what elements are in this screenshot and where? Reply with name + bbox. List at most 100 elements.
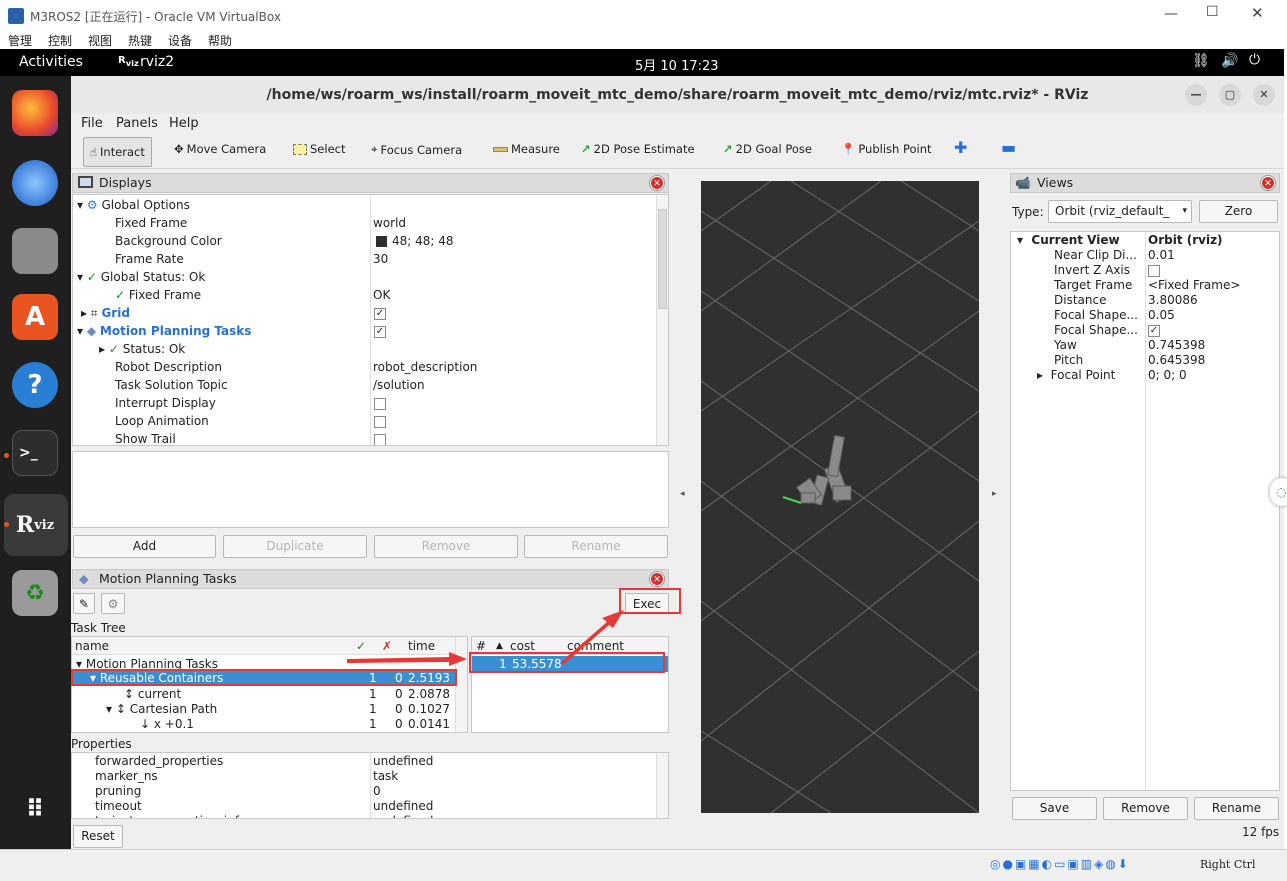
vbox-menu-control[interactable]: 控制 — [48, 32, 72, 49]
value-robot-description[interactable]: robot_description — [373, 358, 477, 376]
rviz-maximize-button[interactable]: ▢ — [1219, 84, 1241, 106]
value-fixed-frame[interactable]: world — [373, 214, 406, 232]
tree-row-grid[interactable]: ▸ ⌗ Grid — [81, 304, 130, 322]
show-apps-icon[interactable]: ⠿ — [12, 786, 58, 832]
tree-row-background-color[interactable]: Background Color — [115, 232, 222, 250]
views-close-icon[interactable]: ✕ — [1261, 176, 1275, 190]
maximize-button[interactable]: ☐ — [1206, 4, 1219, 20]
properties-scrollbar[interactable] — [656, 753, 668, 818]
minimize-button[interactable]: — — [1164, 6, 1178, 22]
value-task-solution-topic[interactable]: /solution — [373, 376, 425, 394]
show-trail-checkbox[interactable] — [374, 430, 386, 445]
activities-button[interactable]: Activities — [19, 54, 83, 70]
tool-publish-point[interactable]: 📍 Publish Point — [841, 142, 932, 156]
vbox-menu-manage[interactable]: 管理 — [8, 32, 32, 49]
help-icon[interactable]: ? — [12, 362, 58, 408]
tool-select[interactable]: Select — [293, 142, 345, 156]
task-row-x-plus[interactable]: ↓ x +0.1 1 0 0.0141 — [140, 715, 460, 732]
rviz-window-title: /home/ws/roarm_ws/install/roarm_moveit_m… — [266, 87, 1089, 103]
rviz-close-button[interactable]: ✕ — [1253, 84, 1275, 106]
power-icon[interactable]: ⏻ — [1249, 52, 1260, 68]
remove-display-button[interactable]: Remove — [374, 535, 518, 558]
scrollbar-thumb[interactable] — [658, 209, 667, 309]
hand-icon: ☝ — [90, 145, 98, 159]
menu-file[interactable]: File — [81, 116, 103, 131]
grid-enabled-checkbox[interactable]: ✓ — [374, 304, 386, 322]
check-icon: ✓ — [115, 288, 126, 302]
add-display-button[interactable]: Add — [73, 535, 216, 558]
value-background-color[interactable]: 48; 48; 48 — [376, 232, 454, 250]
tree-row-global-options[interactable]: ▾ ⚙ Global Options — [77, 196, 190, 214]
vbox-menu-devices[interactable]: 设备 — [168, 32, 192, 49]
reset-button[interactable]: Reset — [73, 825, 123, 848]
tool-move-camera[interactable]: ✥ Move Camera — [174, 142, 266, 156]
close-button[interactable]: ✕ — [1251, 4, 1264, 22]
tree-row-loop-animation[interactable]: Loop Animation — [115, 412, 209, 430]
app-menu-label[interactable]: rviz2 — [140, 54, 174, 70]
files-icon[interactable] — [12, 228, 58, 274]
zero-button[interactable]: Zero — [1199, 200, 1278, 223]
displays-close-icon[interactable]: ✕ — [650, 176, 664, 190]
loop-animation-checkbox[interactable] — [374, 412, 386, 430]
edit-task-icon[interactable]: ✎ — [73, 593, 95, 614]
tree-row-show-trail[interactable]: Show Trail — [115, 430, 176, 445]
menu-help[interactable]: Help — [169, 116, 199, 131]
tree-row-status-fixed-frame[interactable]: ✓ Fixed Frame — [115, 286, 201, 304]
menu-panels[interactable]: Panels — [116, 116, 158, 131]
collapse-right-icon[interactable]: ▸ — [992, 489, 997, 499]
mpt-enabled-checkbox[interactable]: ✓ — [374, 322, 386, 340]
prop-trajectory-execution-info[interactable]: trajectory_execution_info — [95, 812, 246, 818]
tool-2d-goal-pose[interactable]: ↗ 2D Goal Pose — [723, 142, 812, 156]
interrupt-display-checkbox[interactable] — [374, 394, 386, 412]
tree-row-status-ok[interactable]: ▸ ✓ Status: Ok — [99, 340, 185, 358]
tool-interact[interactable]: ☝ Interact — [83, 137, 152, 167]
vbox-menu-view[interactable]: 视图 — [88, 32, 112, 49]
displays-scrollbar[interactable] — [656, 195, 668, 445]
rename-display-button[interactable]: Rename — [524, 535, 668, 558]
network-icon[interactable]: ⛓ — [1192, 53, 1210, 69]
tool-measure[interactable]: Measure — [493, 142, 560, 156]
vbox-menu-help[interactable]: 帮助 — [208, 32, 232, 49]
duplicate-display-button[interactable]: Duplicate — [223, 535, 367, 558]
tree-row-task-solution-topic[interactable]: Task Solution Topic — [115, 376, 228, 394]
prop-value[interactable]: undefined — [373, 812, 433, 818]
view-type-select[interactable]: Orbit (rviz_default_ ▾ — [1048, 200, 1192, 223]
firefox-icon[interactable] — [12, 90, 58, 136]
properties-label: Properties — [71, 737, 132, 751]
tree-row-motion-planning-tasks[interactable]: ▾ ◆ Motion Planning Tasks — [77, 322, 251, 340]
mpt-close-icon[interactable]: ✕ — [650, 572, 664, 586]
remove-view-button[interactable]: Remove — [1103, 797, 1188, 820]
clock[interactable]: 5月 10 17:23 — [635, 55, 719, 74]
focus-camera-icon: ⌖ — [371, 142, 378, 156]
settings-gear-icon[interactable]: ⚙ — [101, 593, 125, 614]
terminal-icon[interactable]: >_ — [12, 430, 58, 476]
save-view-button[interactable]: Save — [1012, 797, 1097, 820]
value-frame-rate[interactable]: 30 — [373, 250, 388, 268]
col-name[interactable]: name — [75, 637, 109, 655]
tool-2d-pose-estimate[interactable]: ↗ 2D Pose Estimate — [581, 142, 695, 156]
rename-view-button[interactable]: Rename — [1194, 797, 1279, 820]
app-center-icon[interactable]: A — [12, 294, 58, 340]
tool-focus-camera[interactable]: ⌖ Focus Camera — [371, 142, 462, 157]
tree-row-global-status[interactable]: ▾ ✓ Global Status: Ok — [77, 268, 205, 286]
diamond-icon: ◆ — [79, 571, 89, 586]
tree-row-frame-rate[interactable]: Frame Rate — [115, 250, 184, 268]
view-prop-focal-point[interactable]: ▸ Focal Point — [1037, 366, 1115, 384]
green-arrow-icon: ↗ — [581, 142, 591, 156]
view-prop-value[interactable]: 0; 0; 0 — [1148, 366, 1187, 384]
collapse-left-icon[interactable]: ◂ — [680, 489, 685, 499]
properties-tree: forwarded_properties undefined marker_ns… — [71, 752, 669, 819]
tree-row-fixed-frame[interactable]: Fixed Frame — [115, 214, 187, 232]
vbox-menu-hotkey[interactable]: 热键 — [128, 32, 152, 49]
trash-icon[interactable]: ♻ — [12, 570, 58, 616]
tree-row-interrupt-display[interactable]: Interrupt Display — [115, 394, 216, 412]
rviz-minimize-button[interactable]: — — [1185, 84, 1207, 106]
remove-tool-button[interactable]: ▬ — [1001, 138, 1016, 157]
tree-row-robot-description[interactable]: Robot Description — [115, 358, 222, 376]
rviz-dock-icon[interactable]: Rviz — [12, 502, 58, 548]
thunderbird-icon[interactable] — [12, 160, 58, 206]
add-tool-button[interactable]: ✚ — [954, 138, 967, 157]
3d-viewport[interactable] — [701, 181, 979, 813]
edge-assistant-icon[interactable]: ◌ — [1270, 478, 1287, 506]
volume-icon[interactable]: 🔊 — [1221, 53, 1238, 69]
